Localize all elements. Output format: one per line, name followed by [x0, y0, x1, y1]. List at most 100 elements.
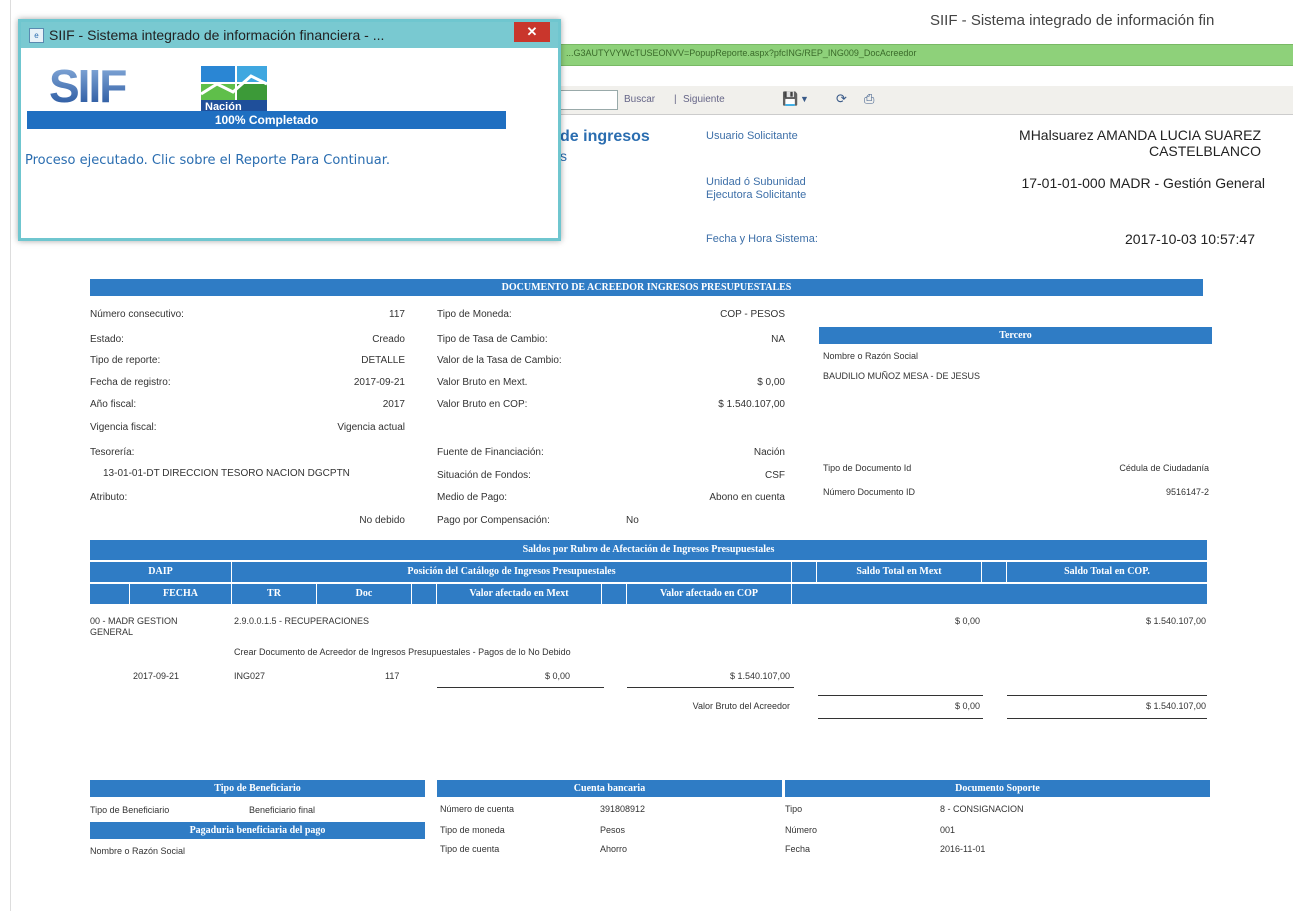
col-valor-mext: Valor afectado en Mext [437, 584, 602, 604]
siif-logo: SIIF Nación [47, 60, 277, 113]
field-value: Vigencia actual [337, 422, 405, 433]
row-saldo-cop: $ 1.540.107,00 [1145, 616, 1206, 626]
field-label: Año fiscal: [90, 399, 137, 410]
divider [1007, 695, 1207, 696]
field-value: 2017-09-21 [353, 377, 405, 388]
col-fecha: FECHA [130, 584, 232, 604]
field-value: COP - PESOS [720, 309, 785, 320]
divider [437, 687, 604, 688]
tercero-name-label: Nombre o Razón Social [823, 351, 919, 361]
soporte-label: Tipo [785, 804, 803, 814]
field-label: Fecha de registro: [90, 377, 171, 388]
row-daip-line1: 00 - MADR GESTION [90, 616, 178, 626]
popup-message[interactable]: Proceso ejecutado. Clic sobre el Reporte… [25, 153, 390, 168]
popup-title: SIIF - Sistema integrado de información … [49, 27, 385, 43]
document-title: DOCUMENTO DE ACREEDOR INGRESOS PRESUPUES… [90, 279, 1203, 296]
row-valor-cop: $ 1.540.107,00 [729, 671, 790, 681]
toolbar-separator: | [674, 94, 677, 105]
divider [627, 687, 794, 688]
field-value: CSF [765, 470, 785, 481]
tesoreria-label: Tesorería: [90, 447, 135, 458]
progress-bar: 100% Completado [27, 111, 506, 129]
tercero-doc-type-label: Tipo de Documento Id [823, 463, 912, 473]
col-saldo-mext: Saldo Total en Mext [817, 562, 982, 582]
balances-table-header: Saldos por Rubro de Afectación de Ingres… [90, 540, 1207, 612]
progress-popup[interactable]: e SIIF - Sistema integrado de informació… [18, 19, 561, 241]
field-value: NA [771, 334, 785, 345]
soporte-value: 2016-11-01 [940, 844, 986, 854]
field-value: No [626, 515, 639, 526]
row-description: Crear Documento de Acreedor de Ingresos … [234, 647, 571, 657]
pagaduria-name-label: Nombre o Razón Social [90, 846, 186, 856]
atributo-value: No debido [359, 515, 405, 526]
soporte-value: 8 - CONSIGNACION [940, 804, 1024, 814]
datetime-value: 2017-10-03 10:57:47 [1125, 231, 1255, 247]
col-valor-cop: Valor afectado en COP [627, 584, 792, 604]
atributo-label: Atributo: [90, 492, 128, 503]
tercero-name-value: BAUDILIO MUÑOZ MESA - DE JESUS [823, 371, 981, 381]
field-value: $ 1.540.107,00 [718, 399, 785, 410]
field-label: Valor Bruto en COP: [437, 399, 528, 410]
field-value: Abono en cuenta [709, 492, 785, 503]
cuenta-label: Tipo de cuenta [440, 844, 500, 854]
export-icon[interactable]: 💾 [782, 91, 798, 107]
total-cop: $ 1.540.107,00 [1145, 701, 1206, 711]
close-button[interactable]: ✕ [514, 22, 550, 42]
divider [818, 695, 983, 696]
field-value: Nación [753, 447, 785, 458]
cuenta-value: Pesos [600, 825, 626, 835]
tercero-doc-num-value: 9516147-2 [1165, 487, 1209, 497]
datetime-label: Fecha y Hora Sistema: [706, 233, 818, 245]
field-value: Creado [372, 334, 405, 345]
field-label: Pago por Compensación: [437, 515, 550, 526]
address-url[interactable]: ...G3AUTYVYWcTUSEONVV=PopupReporte.aspx?… [566, 48, 916, 58]
divider [1007, 718, 1207, 719]
field-label: Fuente de Financiación: [437, 447, 544, 458]
row-posicion: 2.9.0.0.1.5 - RECUPERACIONES [234, 616, 370, 626]
col-doc: Doc [317, 584, 412, 604]
window-icon: e [29, 28, 44, 43]
print-icon[interactable]: ⎙ [864, 91, 874, 107]
field-label: Vigencia fiscal: [90, 422, 157, 433]
logo-tile [201, 66, 235, 82]
field-value: DETALLE [361, 355, 405, 366]
cuenta-title: Cuenta bancaria [437, 780, 782, 797]
user-value-line1: MHalsuarez AMANDA LUCIA SUAREZ [1019, 127, 1261, 143]
field-value: 117 [389, 309, 405, 320]
tercero-doc-num-label: Número Documento ID [823, 487, 916, 497]
refresh-icon[interactable]: ⟳ [836, 91, 847, 107]
unit-value: 17-01-01-000 MADR - Gestión General [1021, 175, 1265, 191]
report-subtitle: s [560, 148, 567, 164]
chevron-down-icon[interactable]: ▼ [800, 94, 809, 104]
row-tr: ING027 [234, 671, 266, 681]
find-input[interactable] [560, 90, 618, 110]
field-label: Estado: [90, 334, 124, 345]
unit-label-line1: Unidad ó Subunidad [706, 176, 806, 188]
row-fecha: 2017-09-21 [133, 671, 180, 681]
col-spacer [90, 584, 130, 604]
find-link[interactable]: Buscar [624, 94, 655, 105]
left-frame-border [0, 0, 11, 911]
field-label: Valor de la Tasa de Cambio: [437, 355, 562, 366]
soporte-label: Fecha [785, 844, 811, 854]
unit-label-line2: Ejecutora Solicitante [706, 189, 807, 201]
field-value: 2017 [382, 399, 405, 410]
row-valor-mext: $ 0,00 [544, 671, 570, 681]
address-bar[interactable]: ...G3AUTYVYWcTUSEONVV=PopupReporte.aspx?… [560, 44, 1293, 66]
next-link[interactable]: Siguiente [683, 94, 725, 105]
balances-title: Saldos por Rubro de Afectación de Ingres… [90, 540, 1207, 560]
popup-titlebar[interactable]: e SIIF - Sistema integrado de informació… [21, 22, 558, 48]
row-daip-line2: GENERAL [90, 627, 134, 637]
cuenta-value: 391808912 [600, 804, 646, 814]
pagaduria-title: Pagaduria beneficiaria del pago [90, 822, 425, 839]
row-saldo-mext: $ 0,00 [954, 616, 980, 626]
cuenta-value: Ahorro [600, 844, 628, 854]
cuenta-label: Tipo de moneda [440, 825, 505, 835]
beneficiario-type-value: Beneficiario final [249, 805, 316, 815]
field-label: Situación de Fondos: [437, 470, 531, 481]
col-spacer [792, 584, 1207, 604]
col-tr: TR [232, 584, 317, 604]
total-label: Valor Bruto del Acreedor [692, 701, 790, 711]
user-value-line2: CASTELBLANCO [1148, 143, 1261, 159]
col-saldo-cop: Saldo Total en COP. [1007, 562, 1207, 582]
